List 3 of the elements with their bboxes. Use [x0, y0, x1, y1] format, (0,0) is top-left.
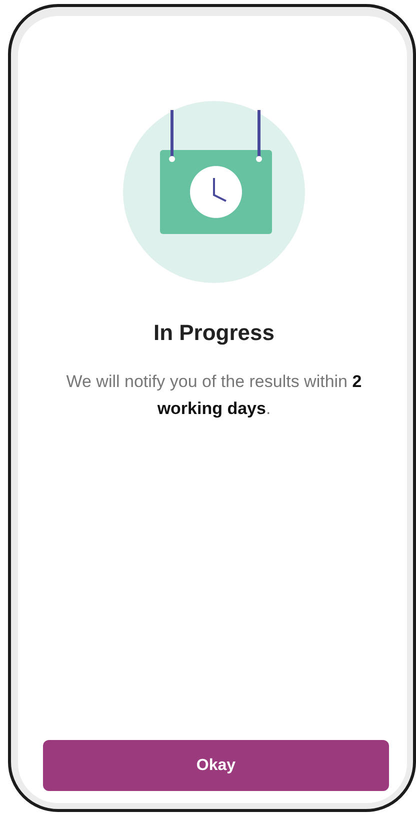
- status-message: We will notify you of the results within 2 working days.: [65, 371, 363, 420]
- okay-button[interactable]: Okay: [43, 740, 389, 791]
- status-title: In Progress: [153, 320, 275, 346]
